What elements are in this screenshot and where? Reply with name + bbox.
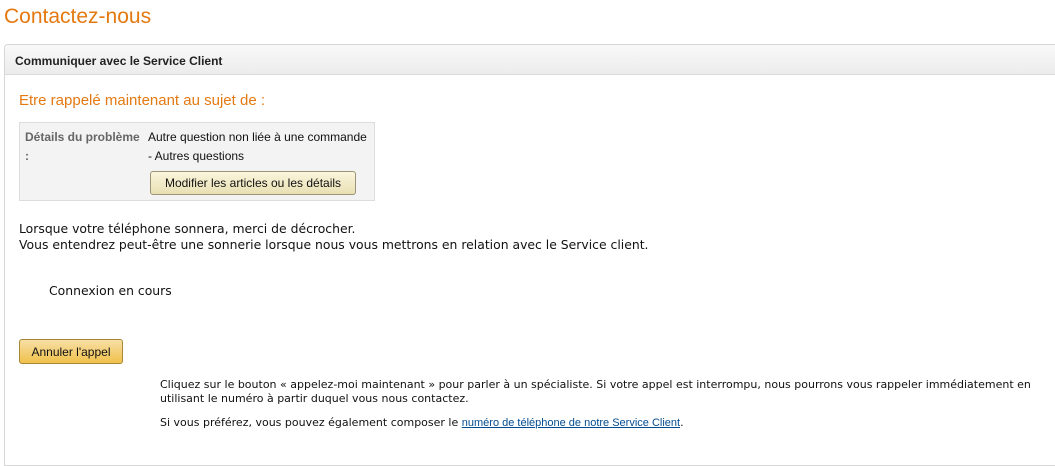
panel-header-title: Communiquer avec le Service Client [15, 54, 223, 68]
page-title: Contactez-nous [4, 5, 152, 28]
help-paragraph-1: Cliquez sur le bouton « appelez-moi main… [160, 378, 1031, 405]
connection-status: Connexion en cours [49, 283, 172, 298]
modify-details-button[interactable]: Modifier les articles ou les détails [150, 171, 356, 195]
problem-details-line-2: - Autres questions [148, 149, 245, 163]
call-instructions: Lorsque votre téléphone sonnera, merci d… [19, 221, 649, 253]
cancel-call-button[interactable]: Annuler l'appel [19, 339, 123, 364]
problem-details-line-1: Autre question non liée à une commande [148, 130, 367, 144]
help-paragraph-2: Si vous préférez, vous pouvez également … [160, 416, 1050, 430]
help-paragraph-2-prefix: Si vous préférez, vous pouvez également … [160, 416, 462, 429]
problem-details-box: Détails du problème : Autre question non… [19, 122, 375, 201]
help-paragraph-2-suffix: . [680, 416, 684, 429]
instruction-line-1: Lorsque votre téléphone sonnera, merci d… [19, 221, 356, 236]
problem-details-label: Détails du problème : [25, 130, 140, 163]
problem-details-value: Autre question non liée à une commande -… [148, 128, 374, 166]
customer-service-phone-link[interactable]: numéro de téléphone de notre Service Cli… [462, 417, 680, 429]
section-title: Etre rappelé maintenant au sujet de : [19, 92, 265, 109]
instruction-line-2: Vous entendrez peut-être une sonnerie lo… [19, 237, 649, 252]
panel-header: Communiquer avec le Service Client [5, 45, 1055, 75]
help-info: Cliquez sur le bouton « appelez-moi main… [160, 378, 1050, 430]
